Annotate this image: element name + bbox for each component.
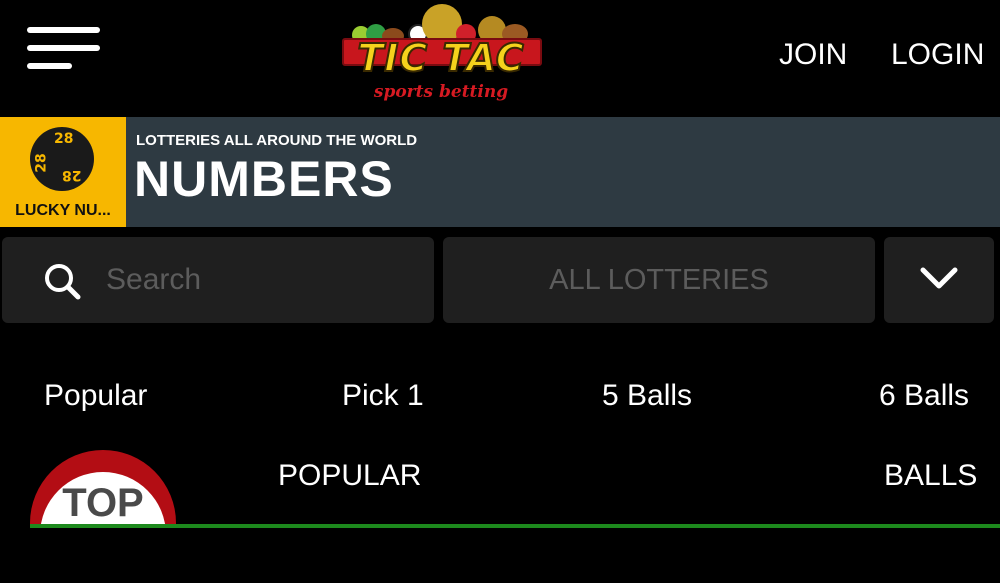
page-title: NUMBERS [134, 151, 394, 207]
dropdown-button[interactable] [884, 237, 994, 323]
tab-6-balls[interactable]: 6 Balls [879, 376, 969, 416]
tab-pick-1[interactable]: Pick 1 [342, 376, 424, 416]
brand-tagline: sports betting [373, 82, 509, 102]
lucky-numbers-badge[interactable]: 28 28 28 LUCKY NU... [0, 117, 126, 227]
menu-icon[interactable] [27, 27, 100, 71]
brand-logo[interactable]: TIC TAC sports betting [338, 4, 544, 108]
search-box [2, 237, 434, 323]
lottery-select[interactable]: ALL LOTTERIES [443, 237, 875, 323]
top-badge-text: TOP [62, 481, 144, 525]
tab-5-balls[interactable]: 5 Balls [602, 376, 692, 416]
brand-name: TIC TAC [356, 35, 525, 81]
lottery-ball-icon: 28 28 28 [30, 127, 94, 191]
ball-number: 28 [33, 153, 50, 173]
join-link[interactable]: JOIN [779, 36, 847, 74]
lucky-numbers-label: LUCKY NU... [15, 202, 111, 219]
ball-number: 28 [62, 167, 82, 183]
banner-subtitle: LOTTERIES ALL AROUND THE WORLD [136, 132, 418, 149]
top-badge: TOP [30, 450, 176, 526]
section-divider [30, 524, 1000, 528]
search-input[interactable] [106, 257, 416, 303]
tab-popular[interactable]: Popular [44, 376, 147, 416]
section-label-balls: BALLS [884, 459, 978, 492]
chevron-down-icon [920, 267, 958, 289]
search-icon [45, 264, 81, 300]
login-link[interactable]: LOGIN [891, 36, 984, 74]
section-label-popular: POPULAR [278, 459, 422, 492]
category-banner: 28 28 28 LUCKY NU... LOTTERIES ALL AROUN… [0, 117, 1000, 227]
ball-number: 28 [54, 131, 74, 147]
top-header: TIC TAC sports betting JOIN LOGIN [0, 0, 1000, 117]
